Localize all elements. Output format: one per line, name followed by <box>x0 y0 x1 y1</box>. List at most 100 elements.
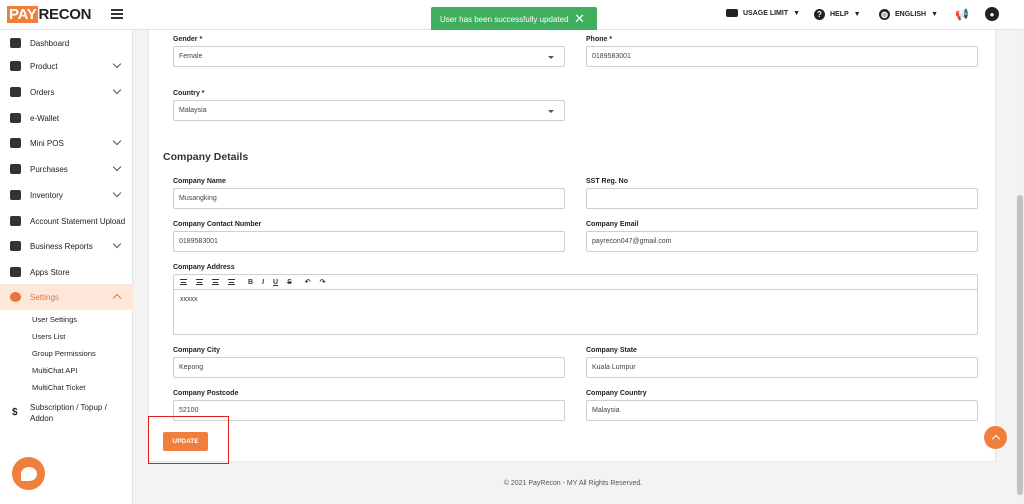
company-city-input[interactable]: Kepong <box>173 357 565 378</box>
company-address-editor[interactable]: B I U S ↶ ↷ xxxxx <box>173 274 978 335</box>
chevron-down-icon <box>112 59 122 69</box>
toast-message: User has been successfully updated <box>440 15 569 24</box>
usage-limit-label: USAGE LIMIT <box>743 9 789 17</box>
company-state-input[interactable]: Kuala Lumpur <box>586 357 978 378</box>
caret-down-icon <box>548 110 554 113</box>
align-left-icon[interactable] <box>180 279 187 285</box>
sub-item-multichat-api[interactable]: MultiChat API <box>32 366 77 375</box>
sidebar-item-ewallet[interactable]: e-Wallet <box>0 105 133 131</box>
company-postcode-input[interactable]: 52100 <box>173 400 565 421</box>
user-avatar-icon[interactable]: ● <box>985 7 999 21</box>
chevron-up-icon <box>112 293 122 303</box>
sub-item-user-settings[interactable]: User Settings <box>32 315 77 324</box>
close-icon[interactable]: ✕ <box>574 11 585 27</box>
messenger-chat-icon[interactable] <box>12 457 45 490</box>
scrollbar-thumb[interactable] <box>1017 195 1023 495</box>
help-icon: ? <box>814 9 825 20</box>
sidebar: Dashboard Product Orders e-Wallet Mini P… <box>0 30 133 504</box>
usage-limit-menu[interactable]: USAGE LIMIT ▼ <box>726 9 800 17</box>
undo-icon[interactable]: ↶ <box>305 278 311 286</box>
main-content: Gender * Female Phone * 0189583001 Count… <box>133 30 1013 504</box>
company-details-heading: Company Details <box>163 151 249 163</box>
top-bar: PAY RECON User has been successfully upda… <box>0 0 1024 31</box>
truck-icon <box>10 164 21 174</box>
caret-down-icon <box>548 56 554 59</box>
company-address-text[interactable]: xxxxx <box>174 290 977 309</box>
dollar-icon: $ <box>12 407 18 418</box>
chevron-down-icon <box>112 85 122 95</box>
align-center-icon[interactable] <box>196 279 203 285</box>
scroll-to-top-button[interactable] <box>984 426 1007 449</box>
company-address-label: Company Address <box>173 264 235 271</box>
pie-icon <box>10 241 21 251</box>
sidebar-item-settings[interactable]: Settings <box>0 284 133 310</box>
redo-icon[interactable]: ↷ <box>320 278 326 286</box>
sidebar-item-mini-pos[interactable]: Mini POS <box>0 130 133 156</box>
italic-icon[interactable]: I <box>262 279 264 286</box>
user-settings-card: Gender * Female Phone * 0189583001 Count… <box>148 30 996 464</box>
server-icon <box>726 9 738 17</box>
company-country-label: Company Country <box>586 390 647 397</box>
grid-icon <box>10 267 21 277</box>
globe-icon: ◍ <box>879 9 890 20</box>
bold-icon[interactable]: B <box>248 279 253 286</box>
sidebar-item-business-reports[interactable]: Business Reports <box>0 233 133 259</box>
box-icon <box>10 61 21 71</box>
clipboard-icon <box>10 87 21 97</box>
align-justify-icon[interactable] <box>228 279 235 285</box>
sst-label: SST Reg. No <box>586 178 629 185</box>
upload-icon <box>10 216 21 226</box>
align-right-icon[interactable] <box>212 279 219 285</box>
sidebar-item-inventory[interactable]: Inventory <box>0 182 133 208</box>
sst-input[interactable] <box>586 188 978 209</box>
language-label: ENGLISH <box>895 11 927 18</box>
subscription-label-line1: Subscription / Topup / <box>30 403 107 412</box>
underline-icon[interactable]: U <box>273 279 278 286</box>
sub-item-users-list[interactable]: Users List <box>32 332 65 341</box>
help-menu[interactable]: ? HELP ▼ <box>814 9 861 20</box>
caret-down-icon: ▼ <box>853 11 861 18</box>
megaphone-icon[interactable]: 📢 <box>955 8 969 21</box>
chevron-up-icon <box>991 434 1000 444</box>
company-email-input[interactable]: payrecon047@gmail.com <box>586 231 978 252</box>
gender-select[interactable]: Female <box>173 46 565 67</box>
chevron-down-icon <box>112 162 122 172</box>
sidebar-item-purchases[interactable]: Purchases <box>0 156 133 182</box>
company-state-label: Company State <box>586 347 637 354</box>
boxes-icon <box>10 190 21 200</box>
phone-input[interactable]: 0189583001 <box>586 46 978 67</box>
sidebar-item-apps-store[interactable]: Apps Store <box>0 259 133 285</box>
company-contact-label: Company Contact Number <box>173 221 262 228</box>
payrecon-logo[interactable]: PAY RECON <box>7 6 91 23</box>
company-contact-input[interactable]: 0189583001 <box>173 231 565 252</box>
language-menu[interactable]: ◍ ENGLISH ▼ <box>879 9 938 20</box>
company-country-input[interactable]: Malaysia <box>586 400 978 421</box>
subscription-label-line2: Addon <box>30 414 54 423</box>
sidebar-item-product[interactable]: Product <box>0 53 133 79</box>
phone-label: Phone * <box>586 36 613 43</box>
company-email-label: Company Email <box>586 221 639 228</box>
country-label: Country * <box>173 90 205 97</box>
strikethrough-icon[interactable]: S <box>287 279 292 286</box>
hamburger-menu-icon[interactable] <box>111 9 123 19</box>
chevron-down-icon <box>112 239 122 249</box>
chevron-down-icon <box>112 136 122 146</box>
sidebar-item-orders[interactable]: Orders <box>0 79 133 105</box>
caret-down-icon: ▼ <box>793 9 801 17</box>
company-name-input[interactable]: Musangking <box>173 188 565 209</box>
chart-icon <box>10 38 21 48</box>
gear-icon <box>10 292 21 302</box>
company-name-label: Company Name <box>173 178 226 185</box>
pos-icon <box>10 138 21 148</box>
company-city-label: Company City <box>173 347 221 354</box>
success-toast: User has been successfully updated ✕ <box>431 7 597 31</box>
page-scrollbar[interactable] <box>1016 30 1024 504</box>
sub-item-multichat-ticket[interactable]: MultiChat Ticket <box>32 383 85 392</box>
sidebar-item-account-statement-upload[interactable]: Account Statement Upload <box>0 208 133 234</box>
help-label: HELP <box>830 11 849 18</box>
sidebar-item-subscription[interactable]: $ Subscription / Topup / Addon <box>0 398 133 428</box>
country-select[interactable]: Malaysia <box>173 100 565 121</box>
footer-copyright: © 2021 PayRecon - MY All Rights Reserved… <box>503 480 643 487</box>
caret-down-icon: ▼ <box>931 11 939 18</box>
sub-item-group-permissions[interactable]: Group Permissions <box>32 349 96 358</box>
